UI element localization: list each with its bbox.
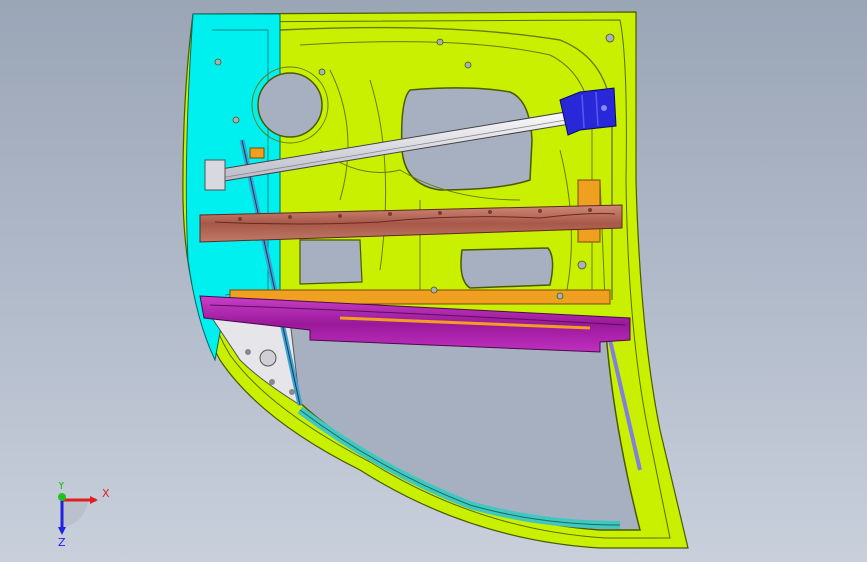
door-assembly-model[interactable] [0,0,867,562]
z-axis-label: Z [58,536,66,549]
y-axis-dot [58,493,66,501]
coordinate-triad: X Y Z [57,482,110,549]
x-axis-label: X [102,487,110,500]
y-axis-label: Y [57,482,65,492]
cad-viewport[interactable]: X Y Z [0,0,867,562]
